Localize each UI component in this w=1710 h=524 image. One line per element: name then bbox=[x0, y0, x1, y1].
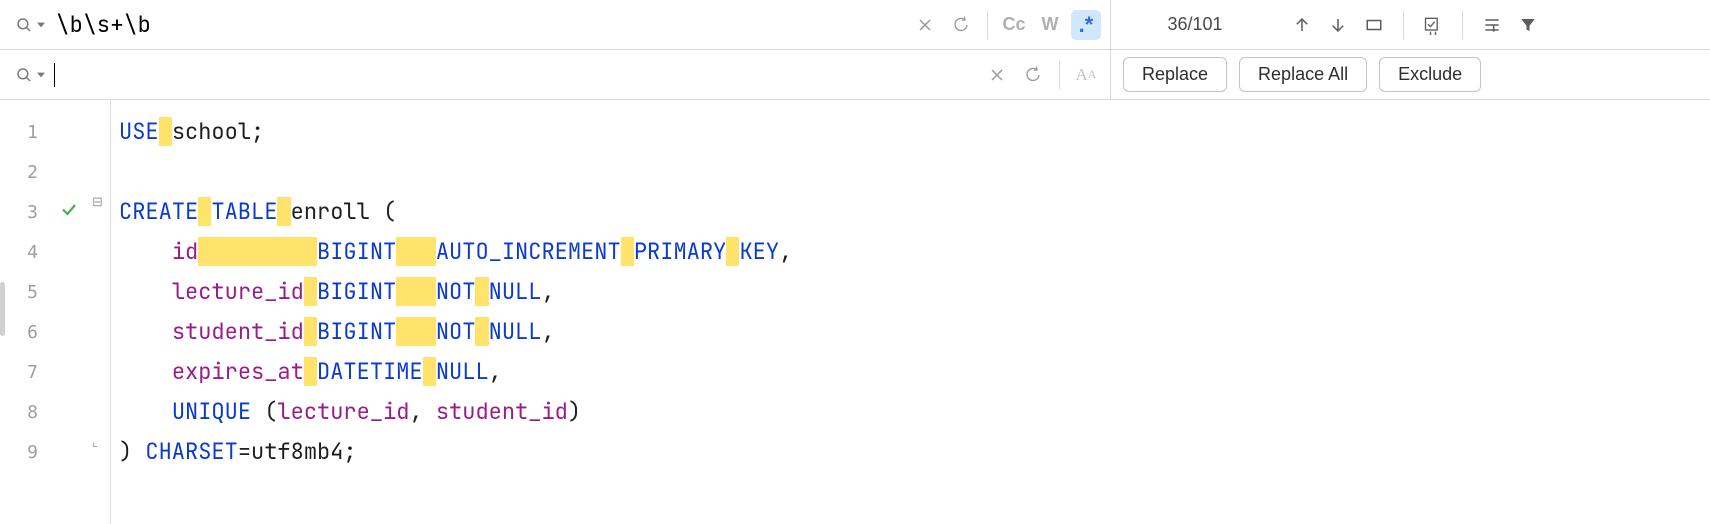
gutter-line[interactable]: 7 bbox=[0, 352, 92, 392]
replace-options: AA bbox=[979, 50, 1110, 99]
separator bbox=[987, 11, 988, 39]
editor-search-root: Cc W .* 36/101 bbox=[0, 0, 1710, 524]
code-line[interactable]: expires_at DATETIME NULL, bbox=[119, 352, 1710, 392]
prev-match-icon[interactable] bbox=[1287, 10, 1317, 40]
gutter-line[interactable]: 5 bbox=[0, 272, 92, 312]
separator bbox=[1462, 11, 1463, 39]
fold-open-icon[interactable]: ⊟ bbox=[92, 194, 103, 210]
gutter-line[interactable]: 4 bbox=[0, 232, 92, 272]
search-options: Cc W .* bbox=[907, 0, 1110, 49]
gutter-line[interactable]: 3 bbox=[0, 192, 92, 232]
replace-left: AA bbox=[0, 50, 1110, 99]
search-dropdown-chevron-icon[interactable] bbox=[36, 15, 46, 35]
match-case-toggle[interactable]: Cc bbox=[999, 10, 1029, 40]
replace-dropdown-chevron-icon[interactable] bbox=[36, 65, 46, 85]
separator bbox=[1403, 11, 1404, 39]
preserve-case-icon[interactable]: AA bbox=[1071, 60, 1101, 90]
replace-buttons-panel: Replace Replace All Exclude bbox=[1110, 50, 1710, 99]
code-line[interactable]: CREATE TABLE enroll ( bbox=[119, 192, 1710, 232]
separator bbox=[1059, 61, 1060, 89]
search-bar: Cc W .* 36/101 bbox=[0, 0, 1710, 50]
gutter-line[interactable]: 2 bbox=[0, 152, 92, 192]
search-icon[interactable] bbox=[14, 15, 34, 35]
gutter-line[interactable]: 9 bbox=[0, 432, 92, 472]
next-match-icon[interactable] bbox=[1323, 10, 1353, 40]
filter-icon[interactable] bbox=[1513, 10, 1543, 40]
whole-words-toggle[interactable]: W bbox=[1035, 10, 1065, 40]
regex-toggle[interactable]: .* bbox=[1071, 10, 1101, 40]
replace-history-icon[interactable] bbox=[1018, 60, 1048, 90]
editor-wrap: 123456789 ⊟ ⌞ USE school; CREATE TABLE en… bbox=[0, 100, 1710, 524]
new-selection-icon[interactable] bbox=[1418, 10, 1448, 40]
fold-column: ⊟ ⌞ bbox=[92, 100, 110, 524]
search-results-panel: 36/101 bbox=[1110, 0, 1710, 49]
code-line[interactable]: USE school; bbox=[119, 112, 1710, 152]
match-count: 36/101 bbox=[1127, 14, 1263, 35]
code-line[interactable]: lecture_id BIGINT NOT NULL, bbox=[119, 272, 1710, 312]
gutter-line[interactable]: 8 bbox=[0, 392, 92, 432]
clear-search-icon[interactable] bbox=[910, 10, 940, 40]
select-all-occurrences-icon[interactable] bbox=[1359, 10, 1389, 40]
fold-close-icon[interactable]: ⌞ bbox=[92, 434, 98, 450]
replace-all-button[interactable]: Replace All bbox=[1239, 57, 1367, 92]
code-line[interactable]: id BIGINT AUTO_INCREMENT PRIMARY KEY, bbox=[119, 232, 1710, 272]
replace-input[interactable] bbox=[63, 61, 971, 88]
code-line[interactable]: UNIQUE (lecture_id, student_id) bbox=[119, 392, 1710, 432]
search-input[interactable] bbox=[54, 9, 899, 40]
code-line[interactable]: student_id BIGINT NOT NULL, bbox=[119, 312, 1710, 352]
clear-replace-icon[interactable] bbox=[982, 60, 1012, 90]
replace-button[interactable]: Replace bbox=[1123, 57, 1227, 92]
gutter-line[interactable]: 1 bbox=[0, 112, 92, 152]
code-line[interactable] bbox=[119, 152, 1710, 192]
search-left: Cc W .* bbox=[0, 0, 1110, 49]
code-line[interactable]: ) CHARSET=utf8mb4; bbox=[119, 432, 1710, 472]
gutter-line[interactable]: 6 bbox=[0, 312, 92, 352]
replace-icon[interactable] bbox=[14, 65, 34, 85]
search-history-icon[interactable] bbox=[946, 10, 976, 40]
replace-caret bbox=[54, 63, 55, 87]
replace-bar: AA Replace Replace All Exclude bbox=[0, 50, 1710, 100]
exclude-button[interactable]: Exclude bbox=[1379, 57, 1481, 92]
code-editor[interactable]: USE school; CREATE TABLE enroll ( id BIGI… bbox=[111, 100, 1710, 524]
find-options-icon[interactable] bbox=[1477, 10, 1507, 40]
check-icon bbox=[60, 201, 78, 224]
gutter: 123456789 bbox=[0, 100, 92, 524]
